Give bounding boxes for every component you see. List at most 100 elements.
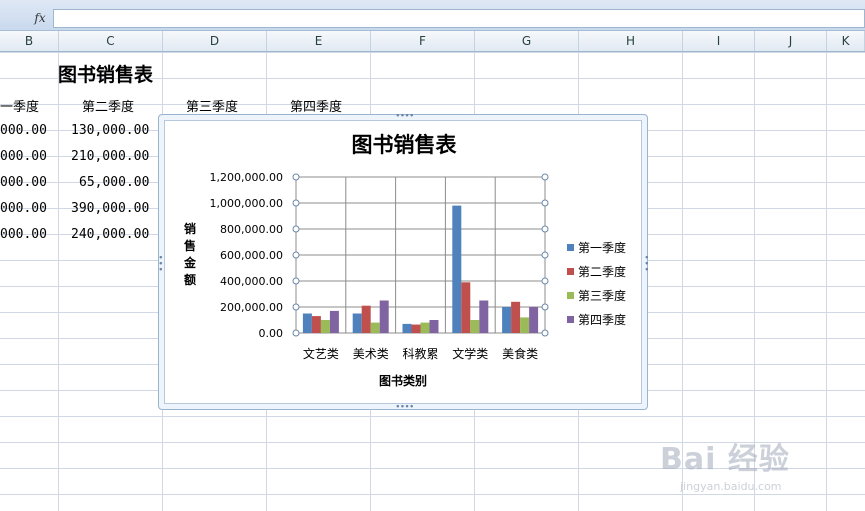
x-tick-label: 科教累 — [402, 346, 438, 361]
legend-label: 第四季度 — [578, 312, 626, 327]
axis-handle — [292, 277, 300, 285]
bar — [452, 205, 462, 333]
bar — [470, 320, 480, 333]
cell-b[interactable]: 000.00 — [0, 201, 47, 216]
header-cell-q4[interactable]: 第四季度 — [290, 96, 342, 115]
cell-b[interactable]: 000.00 — [0, 123, 47, 138]
axis-handle — [541, 199, 549, 207]
resize-handle-top[interactable]: ∙∙∙∙ — [395, 112, 415, 121]
bar — [311, 316, 321, 333]
bar-chart: 图书销售表 销售金额 0.00 200,000.00 400,000.00 600,0… — [183, 132, 626, 388]
column-header-g[interactable]: G — [475, 31, 579, 51]
column-header-f[interactable]: F — [371, 31, 475, 51]
y-tick-label: 400,000.00 — [220, 275, 283, 288]
x-tick-label: 美术类 — [353, 347, 389, 361]
bar — [302, 313, 312, 333]
cell-c[interactable]: 240,000.00 — [71, 227, 149, 242]
legend-label: 第三季度 — [578, 288, 626, 303]
cell-c[interactable]: 130,000.00 — [71, 123, 149, 138]
y-tick-label: 1,200,000.00 — [210, 171, 283, 184]
bar — [402, 323, 412, 333]
bar — [379, 300, 389, 333]
watermark-text: Bai 经验 — [660, 442, 790, 477]
bar — [479, 300, 489, 333]
x-tick-label: 美食类 — [502, 346, 538, 361]
y-tick-label: 1,000,000.00 — [210, 197, 283, 210]
bar — [420, 322, 430, 333]
legend-swatch — [567, 244, 574, 251]
formula-bar: fx — [0, 0, 865, 31]
bar — [361, 305, 371, 333]
bar — [411, 324, 421, 333]
header-cell-q3[interactable]: 第三季度 — [186, 96, 238, 115]
bar — [429, 320, 439, 333]
insert-function-button[interactable]: fx — [28, 9, 52, 27]
bar — [461, 282, 471, 333]
formula-input[interactable] — [53, 9, 865, 28]
axis-handle — [541, 225, 549, 233]
column-header-b[interactable]: B — [0, 31, 59, 51]
y-axis-label-char: 销 — [184, 221, 196, 236]
column-header-i[interactable]: I — [683, 31, 755, 51]
chart-title[interactable]: 图书销售表 — [352, 132, 458, 157]
bar — [529, 307, 539, 333]
resize-handle-left[interactable]: ∙ ∙ ∙ — [158, 254, 164, 275]
axis-handle — [541, 277, 549, 285]
cell-b[interactable]: 000.00 — [0, 227, 47, 242]
axis-handle — [292, 199, 300, 207]
bar — [511, 301, 521, 333]
bar — [502, 307, 512, 333]
watermark-logo: Bai 经验 jingyan.baidu.com — [660, 428, 860, 508]
bar — [329, 310, 339, 333]
legend-swatch — [567, 292, 574, 299]
y-tick-label: 600,000.00 — [220, 249, 283, 262]
watermark-url: jingyan.baidu.com — [680, 480, 782, 493]
x-tick-label: 文学类 — [452, 346, 488, 361]
y-tick-label: 800,000.00 — [220, 223, 283, 236]
y-axis-label[interactable]: 销售金额 — [183, 221, 197, 287]
y-axis-label-char: 额 — [184, 272, 196, 287]
y-axis-label-char: 金 — [183, 255, 197, 270]
axis-handle — [541, 303, 549, 311]
y-axis-label-char: 售 — [184, 238, 196, 253]
column-header-k[interactable]: K — [827, 31, 865, 51]
bar — [320, 320, 330, 333]
grid-line — [58, 52, 59, 511]
legend-label: 第二季度 — [578, 264, 626, 279]
legend-swatch — [567, 316, 574, 323]
header-cell-q1[interactable]: 一季度 — [0, 96, 39, 115]
column-header-e[interactable]: E — [267, 31, 371, 51]
sheet-title[interactable]: 图书销售表 — [58, 60, 153, 87]
legend-label: 第一季度 — [578, 240, 626, 255]
axis-handle — [292, 303, 300, 311]
axis-handle — [292, 173, 300, 181]
axis-handle — [292, 329, 300, 337]
y-tick-label: 200,000.00 — [220, 301, 283, 314]
chart-area[interactable]: 图书销售表 销售金额 0.00 200,000.00 400,000.00 600,0… — [164, 120, 642, 404]
column-header-row: B C D E F G H I J K — [0, 31, 865, 52]
cell-c[interactable]: 210,000.00 — [71, 149, 149, 164]
cell-c[interactable]: 65,000.00 — [79, 175, 149, 190]
axis-handle — [292, 251, 300, 259]
column-header-c[interactable]: C — [59, 31, 163, 51]
cell-b[interactable]: 000.00 — [0, 175, 47, 190]
cell-b[interactable]: 000.00 — [0, 149, 47, 164]
chart-legend[interactable]: 第一季度第二季度第三季度第四季度 — [567, 240, 626, 327]
x-tick-label: 文艺类 — [303, 346, 339, 361]
resize-handle-right[interactable]: ∙ ∙ ∙ — [644, 254, 650, 275]
axis-handle — [541, 251, 549, 259]
x-axis-label[interactable]: 图书类别 — [379, 373, 427, 388]
column-header-j[interactable]: J — [755, 31, 827, 51]
cell-c[interactable]: 390,000.00 — [71, 201, 149, 216]
axis-handle — [292, 225, 300, 233]
y-tick-label: 0.00 — [259, 327, 284, 340]
legend-swatch — [567, 268, 574, 275]
header-cell-q2[interactable]: 第二季度 — [82, 96, 134, 115]
column-header-d[interactable]: D — [163, 31, 267, 51]
bar — [520, 317, 530, 333]
column-header-h[interactable]: H — [579, 31, 683, 51]
bar — [352, 313, 362, 333]
axis-handle — [541, 329, 549, 337]
bar — [370, 322, 380, 333]
axis-handle — [541, 173, 549, 181]
